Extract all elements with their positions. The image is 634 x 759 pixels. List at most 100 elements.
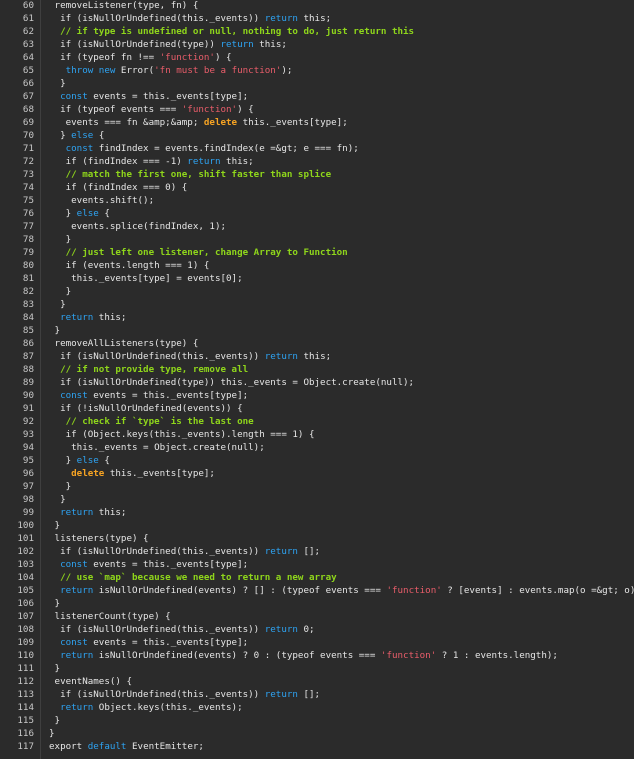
code-text[interactable]: events === fn &amp;&amp; delete this._ev…	[49, 116, 348, 129]
code-text[interactable]: if (typeof events === 'function') {	[49, 103, 254, 116]
code-text[interactable]: this._events[type] = events[0];	[49, 272, 242, 285]
code-text[interactable]: // use `map` because we need to return a…	[49, 571, 337, 584]
code-line[interactable]: 66 }	[0, 77, 634, 90]
code-line[interactable]: 112 eventNames() {	[0, 675, 634, 688]
code-editor[interactable]: 60 removeListener(type, fn) {61 if (isNu…	[0, 0, 634, 759]
code-line[interactable]: 78 }	[0, 233, 634, 246]
code-text[interactable]: if (findIndex === -1) return this;	[49, 155, 254, 168]
code-line[interactable]: 68 if (typeof events === 'function') {	[0, 103, 634, 116]
code-line[interactable]: 99 return this;	[0, 506, 634, 519]
code-line[interactable]: 97 }	[0, 480, 634, 493]
code-text[interactable]: // check if `type` is the last one	[49, 415, 254, 428]
code-text[interactable]: }	[49, 233, 72, 246]
code-line[interactable]: 92 // check if `type` is the last one	[0, 415, 634, 428]
code-text[interactable]: const events = this._events[type];	[49, 636, 248, 649]
code-text[interactable]: if (!isNullOrUndefined(events)) {	[49, 402, 243, 415]
code-text[interactable]: if (isNullOrUndefined(this._events)) ret…	[49, 350, 331, 363]
code-line[interactable]: 100 }	[0, 519, 634, 532]
code-text[interactable]: return Object.keys(this._events);	[49, 701, 243, 714]
code-line[interactable]: 72 if (findIndex === -1) return this;	[0, 155, 634, 168]
code-text[interactable]: removeListener(type, fn) {	[49, 0, 199, 12]
code-line[interactable]: 109 const events = this._events[type];	[0, 636, 634, 649]
code-text[interactable]: listenerCount(type) {	[49, 610, 171, 623]
code-line[interactable]: 111 }	[0, 662, 634, 675]
code-text[interactable]: const findIndex = events.findIndex(e =&g…	[49, 142, 359, 155]
code-text[interactable]: const events = this._events[type];	[49, 558, 248, 571]
code-text[interactable]: }	[49, 493, 66, 506]
code-text[interactable]: }	[49, 77, 66, 90]
code-text[interactable]: removeAllListeners(type) {	[49, 337, 199, 350]
code-line[interactable]: 96 delete this._events[type];	[0, 467, 634, 480]
code-line[interactable]: 74 if (findIndex === 0) {	[0, 181, 634, 194]
code-line[interactable]: 103 const events = this._events[type];	[0, 558, 634, 571]
code-line[interactable]: 85 }	[0, 324, 634, 337]
code-text[interactable]: // if type is undefined or null, nothing…	[49, 25, 414, 38]
code-text[interactable]: }	[49, 324, 61, 337]
code-line[interactable]: 73 // match the first one, shift faster …	[0, 168, 634, 181]
code-text[interactable]: // if not provide type, remove all	[49, 363, 248, 376]
code-text[interactable]: }	[49, 662, 61, 675]
code-line[interactable]: 76 } else {	[0, 207, 634, 220]
code-line[interactable]: 60 removeListener(type, fn) {	[0, 0, 634, 12]
code-line[interactable]: 115 }	[0, 714, 634, 727]
code-line[interactable]: 101 listeners(type) {	[0, 532, 634, 545]
code-line[interactable]: 117 export default EventEmitter;	[0, 740, 634, 753]
code-line[interactable]: 91 if (!isNullOrUndefined(events)) {	[0, 402, 634, 415]
code-line[interactable]: 88 // if not provide type, remove all	[0, 363, 634, 376]
code-text[interactable]: return isNullOrUndefined(events) ? 0 : (…	[49, 649, 558, 662]
code-line[interactable]: 98 }	[0, 493, 634, 506]
code-text[interactable]: // match the first one, shift faster tha…	[49, 168, 332, 181]
code-text[interactable]: delete this._events[type];	[49, 467, 215, 480]
code-text[interactable]: return isNullOrUndefined(events) ? [] : …	[49, 584, 634, 597]
code-text[interactable]: return this;	[49, 311, 126, 324]
code-line[interactable]: 69 events === fn &amp;&amp; delete this.…	[0, 116, 634, 129]
code-text[interactable]: return this;	[49, 506, 126, 519]
code-text[interactable]: if (isNullOrUndefined(type)) this._event…	[49, 376, 414, 389]
code-text[interactable]: // just left one listener, change Array …	[49, 246, 348, 259]
code-line[interactable]: 80 if (events.length === 1) {	[0, 259, 634, 272]
code-line[interactable]: 75 events.shift();	[0, 194, 634, 207]
code-line[interactable]: 106 }	[0, 597, 634, 610]
code-text[interactable]: this._events = Object.create(null);	[49, 441, 265, 454]
code-line[interactable]: 65 throw new Error('fn must be a functio…	[0, 64, 634, 77]
code-text[interactable]: }	[49, 480, 72, 493]
code-line[interactable]: 104 // use `map` because we need to retu…	[0, 571, 634, 584]
code-line[interactable]: 67 const events = this._events[type];	[0, 90, 634, 103]
code-text[interactable]: if (isNullOrUndefined(this._events)) ret…	[49, 623, 314, 636]
code-text[interactable]: }	[49, 519, 61, 532]
code-text[interactable]: if (events.length === 1) {	[49, 259, 210, 272]
code-text[interactable]: throw new Error('fn must be a function')…	[49, 64, 293, 77]
code-line[interactable]: 93 if (Object.keys(this._events).length …	[0, 428, 634, 441]
code-text[interactable]: if (isNullOrUndefined(type)) return this…	[49, 38, 287, 51]
code-text[interactable]: }	[49, 727, 55, 740]
code-text[interactable]: if (isNullOrUndefined(this._events)) ret…	[49, 12, 331, 25]
code-text[interactable]: const events = this._events[type];	[49, 90, 248, 103]
code-text[interactable]: listeners(type) {	[49, 532, 149, 545]
code-line[interactable]: 94 this._events = Object.create(null);	[0, 441, 634, 454]
code-line[interactable]: 110 return isNullOrUndefined(events) ? 0…	[0, 649, 634, 662]
code-line[interactable]: 86 removeAllListeners(type) {	[0, 337, 634, 350]
code-line[interactable]: 105 return isNullOrUndefined(events) ? […	[0, 584, 634, 597]
code-line[interactable]: 116}	[0, 727, 634, 740]
code-text[interactable]: const events = this._events[type];	[49, 389, 248, 402]
code-line[interactable]: 89 if (isNullOrUndefined(type)) this._ev…	[0, 376, 634, 389]
code-line[interactable]: 102 if (isNullOrUndefined(this._events))…	[0, 545, 634, 558]
code-line[interactable]: 71 const findIndex = events.findIndex(e …	[0, 142, 634, 155]
code-line[interactable]: 83 }	[0, 298, 634, 311]
code-lines[interactable]: 60 removeListener(type, fn) {61 if (isNu…	[0, 0, 634, 753]
code-line[interactable]: 82 }	[0, 285, 634, 298]
code-line[interactable]: 108 if (isNullOrUndefined(this._events))…	[0, 623, 634, 636]
code-text[interactable]: } else {	[49, 454, 110, 467]
code-line[interactable]: 113 if (isNullOrUndefined(this._events))…	[0, 688, 634, 701]
code-text[interactable]: if (Object.keys(this._events).length ===…	[49, 428, 315, 441]
code-line[interactable]: 107 listenerCount(type) {	[0, 610, 634, 623]
code-text[interactable]: } else {	[49, 129, 104, 142]
code-line[interactable]: 63 if (isNullOrUndefined(type)) return t…	[0, 38, 634, 51]
code-line[interactable]: 114 return Object.keys(this._events);	[0, 701, 634, 714]
code-line[interactable]: 79 // just left one listener, change Arr…	[0, 246, 634, 259]
code-line[interactable]: 61 if (isNullOrUndefined(this._events)) …	[0, 12, 634, 25]
code-line[interactable]: 81 this._events[type] = events[0];	[0, 272, 634, 285]
code-line[interactable]: 95 } else {	[0, 454, 634, 467]
code-text[interactable]: export default EventEmitter;	[49, 740, 204, 753]
code-line[interactable]: 77 events.splice(findIndex, 1);	[0, 220, 634, 233]
